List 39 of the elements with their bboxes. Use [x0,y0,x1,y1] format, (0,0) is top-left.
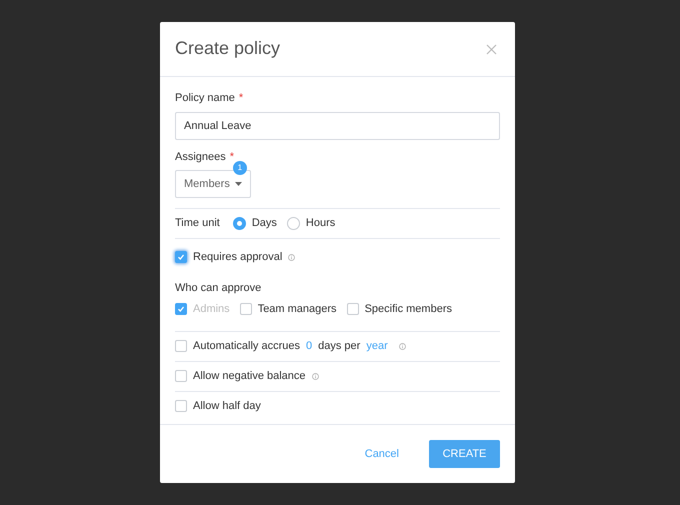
amount-link[interactable]: 0 [306,338,312,354]
checkbox-label: Automatically accrues [193,338,300,354]
checkbox-label: Admins [193,302,230,317]
check-icon [177,305,185,314]
field-label: Who can approve [175,280,262,296]
radio-button[interactable] [286,217,300,230]
unit-label: days per [318,338,360,354]
checkbox-label: Allow negative balance [193,368,306,384]
checkbox[interactable] [240,303,252,316]
checkbox-label: Specific members [364,302,452,317]
required-mark: * [238,91,244,106]
checkbox-label: Allow half day [193,398,261,414]
info-icon[interactable] [312,372,319,380]
checkbox[interactable] [175,340,187,352]
radio-button[interactable] [232,217,246,230]
checkbox-label: Team managers [258,302,337,317]
checkbox[interactable] [175,370,187,382]
option-label: Hours [306,216,336,232]
period-link[interactable]: year [366,338,388,354]
field-label: Policy name [175,91,235,106]
members-dropdown[interactable]: Members [175,170,251,198]
text-input[interactable]: Annual Leave [175,112,500,140]
checkbox[interactable] [175,400,187,412]
info-icon[interactable] [288,254,296,261]
field-label: Assignees [175,150,226,164]
caret-icon [234,182,242,186]
create-button[interactable]: CREATE [429,440,500,468]
dialog-title: Create policy [175,38,280,60]
close-icon[interactable] [486,44,497,54]
check-icon [177,253,185,262]
cancel-button[interactable]: Cancel [356,442,407,466]
checkbox[interactable] [346,303,359,316]
required-mark: * [230,150,234,164]
option-label: Days [252,216,277,232]
info-icon[interactable] [398,342,406,350]
checkbox[interactable] [175,251,187,264]
count-badge: 1 [232,161,247,175]
checkbox-label: Requires approval [193,250,282,265]
field-label: Time unit [175,216,220,232]
